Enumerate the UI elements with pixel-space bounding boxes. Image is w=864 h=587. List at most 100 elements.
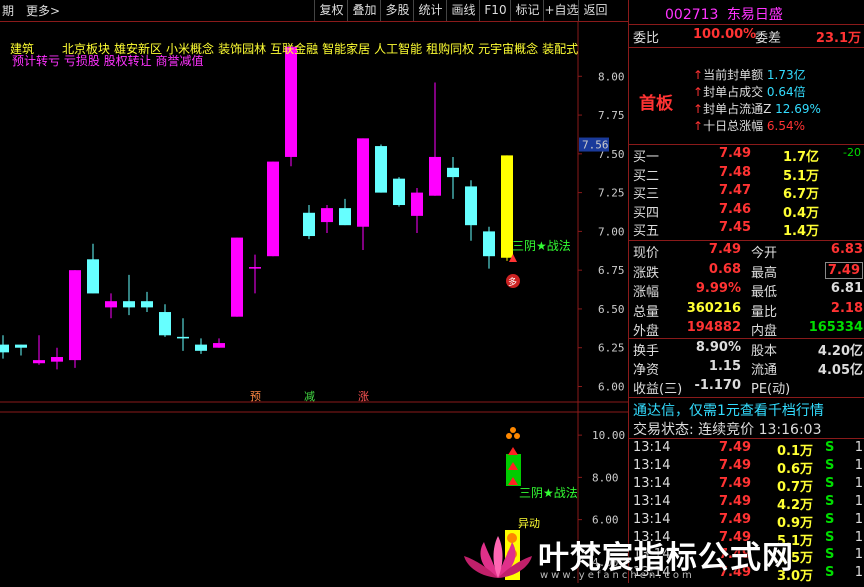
candle-body [249,267,261,269]
toolbar-button-6[interactable]: 标记 [510,0,544,21]
candle[interactable] [267,161,279,257]
stat1-label: 外盘 [633,324,660,339]
tick-time: 13:14 [633,493,671,509]
bid-volume: 6.7万 [783,187,820,202]
candle[interactable] [411,187,423,233]
bid-row[interactable]: 买三 7.47 6.7万 [633,183,864,202]
candle-body [51,357,63,362]
stat1-value: 7.49 [824,261,863,279]
stat1-row: 总量 360216 量比 2.18 [633,300,864,320]
concept-tag: 人工智能 [374,42,423,56]
kline-chart-svg[interactable]: 8.007.757.507.257.006.756.506.256.007.56… [0,22,628,583]
candle[interactable] [69,270,81,368]
candle-body [357,138,369,227]
toolbar-button-7[interactable]: +自选 [543,0,579,21]
price-tick-label: 6.75 [598,264,625,277]
candle[interactable] [393,177,405,207]
stock-name: 东易日盛 [726,7,783,23]
candle[interactable] [465,180,477,241]
bid-label: 买五 [633,224,660,239]
tick-count: 1 [854,529,863,545]
stat1-value: 9.99% [695,281,741,296]
stat2-label: PE(动) [751,382,791,397]
bid-row[interactable]: 买五 7.45 1.4万 [633,220,864,239]
stat1-value: 165334 [808,320,863,335]
candle[interactable] [447,156,459,199]
candle[interactable] [285,46,297,167]
candle[interactable] [123,274,135,316]
tick-time: 13:14 [633,511,671,527]
toolbar-button-4[interactable]: 画线 [446,0,480,21]
tick-volume: 0.1万 [777,444,814,459]
period-menu[interactable]: 期 [2,2,14,19]
candle[interactable] [483,226,495,269]
signal-badge-text: 多 [508,276,517,288]
candle-body [15,344,27,348]
candle-body [375,146,387,193]
indicator-signal-text: 三阴★战法 [519,486,578,500]
candle-body [339,208,351,226]
candle[interactable] [177,318,189,351]
candle[interactable] [51,347,63,370]
seal-line: ↑封单占成交 0.64倍 [633,83,864,101]
candle[interactable] [303,205,315,240]
toolbar-button-3[interactable]: 统计 [413,0,447,21]
tick-count: 1 [854,475,863,491]
bid-row[interactable]: 买二 7.48 5.1万 [633,164,864,184]
kline-chart-area[interactable]: 8.00 7.75 7.50 7.25 7.00 6.75 6.50 6.25 6.00 7.56… [0,22,628,583]
tick-price: 7.49 [719,511,752,527]
stat1-row: 涨跌 0.68 最高 7.49 [633,261,864,281]
candle[interactable] [0,335,9,359]
toolbar-button-1[interactable]: 叠加 [347,0,381,21]
bid-row[interactable]: 买一 7.49 1.7亿 -20 [633,146,864,165]
seal-dot-icon: ↑ [693,102,704,116]
candle-body [411,192,423,216]
stock-header[interactable]: 002713 东易日盛 [633,4,864,23]
candle[interactable] [213,338,225,348]
candle[interactable] [321,205,333,233]
upgrade-notice[interactable]: 通达信，仅需1元查看千档行情 [633,400,864,419]
stat1-value: 360216 [686,300,741,316]
stat2-row: 收益(三) -1.170 PE(动) [633,378,864,397]
bid-row[interactable]: 买四 7.46 0.4万 [633,201,864,221]
candle[interactable] [249,254,261,294]
stat2-value: 8.90% [695,340,741,355]
candle-body [285,46,297,157]
candle[interactable] [159,304,171,337]
toolbar-button-0[interactable]: 复权 [314,0,348,21]
bid-price: 7.46 [719,201,752,217]
bid-label: 买二 [633,168,660,184]
candle-body [123,301,135,308]
toolbar-button-8[interactable]: 返回 [578,0,612,21]
seal-line-value: 12.69% [771,102,821,116]
candle[interactable] [375,144,387,193]
candle[interactable] [195,338,207,354]
candle[interactable] [15,344,27,356]
candle[interactable] [141,291,153,313]
bid-price: 7.49 [719,146,752,161]
candle[interactable] [357,138,369,250]
candle-body [195,344,207,351]
price-tick-label: 6.50 [598,303,625,316]
tick-count: 1 [854,493,863,509]
candle[interactable] [87,243,99,294]
toolbar-button-5[interactable]: F10 [479,0,511,21]
toolbar-button-2[interactable]: 多股 [380,0,414,21]
stat1-value: 6.83 [830,242,863,257]
bid-price: 7.48 [719,164,752,180]
stat2-value: -1.170 [694,378,741,393]
candle[interactable] [105,293,117,319]
candle[interactable] [339,198,351,226]
seal-dot-icon: ↑ [693,85,704,99]
candle-body [483,231,495,257]
candle[interactable] [231,237,243,317]
concept-tag: 智能家居 [322,42,371,56]
stat1-label: 最低 [751,285,778,300]
tick-side: S [825,493,835,509]
price-tick-label: 7.25 [598,187,625,200]
candle[interactable] [33,335,45,365]
stat1-label: 内盘 [751,324,778,339]
candle[interactable] [429,82,441,196]
price-tick-label: 6.25 [598,342,625,355]
more-menu[interactable]: 更多> [26,2,60,19]
